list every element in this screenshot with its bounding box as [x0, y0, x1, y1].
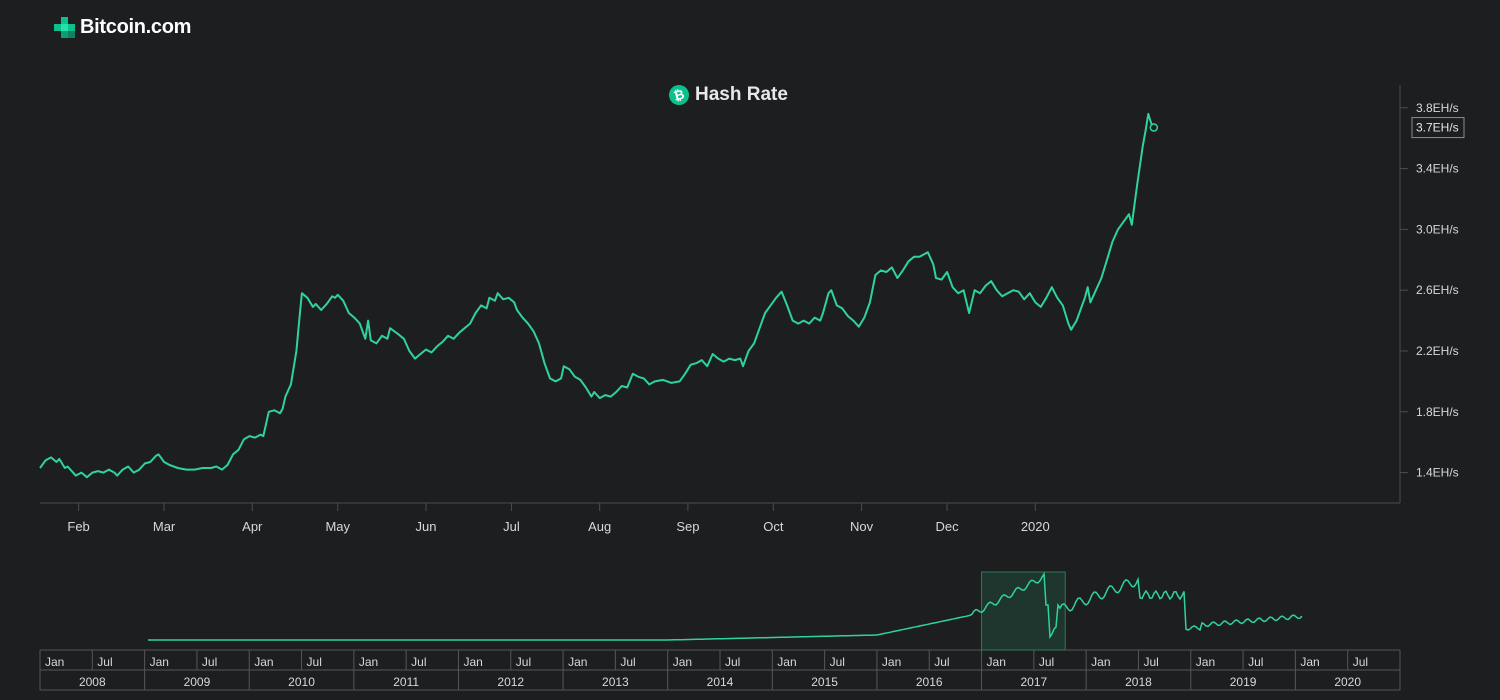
- navigator-year-label: 2018: [1125, 675, 1152, 689]
- x-tick-label: Nov: [850, 519, 874, 534]
- y-tick-label: 2.2EH/s: [1416, 344, 1459, 358]
- navigator-year-label: 2010: [288, 675, 315, 689]
- x-tick-label: Feb: [67, 519, 89, 534]
- navigator-month-label: Jan: [1091, 655, 1110, 669]
- x-axis: Feb Mar Apr May Jun Jul Aug Sep Oct Nov Dec 2020: [40, 502, 1400, 534]
- navigator-year-label: 2013: [602, 675, 629, 689]
- x-tick-label: Aug: [588, 519, 611, 534]
- navigator-month-label: Jan: [1196, 655, 1215, 669]
- current-point-marker: [1149, 123, 1159, 132]
- navigator-month-label: Jul: [516, 655, 531, 669]
- navigator-month-label: Jul: [725, 655, 740, 669]
- navigator-month-label: Jan: [45, 655, 64, 669]
- navigator-month-label: Jul: [1143, 655, 1158, 669]
- navigator-month-label: Jan: [777, 655, 796, 669]
- navigator-month-label: Jan: [568, 655, 587, 669]
- x-tick-label: Jun: [415, 519, 436, 534]
- navigator-month-label: Jan: [150, 655, 169, 669]
- navigator-series-line: [148, 571, 1303, 641]
- navigator-month-label: Jul: [1248, 655, 1263, 669]
- navigator-month-label: Jul: [97, 655, 112, 669]
- x-tick-label: Mar: [153, 519, 176, 534]
- navigator-year-label: 2020: [1334, 675, 1361, 689]
- hash-rate-chart: 1.4EH/s 1.8EH/s 2.2EH/s 2.6EH/s 3.0EH/s 3.4EH…: [39, 85, 1465, 691]
- navigator-year-label: 2008: [79, 675, 106, 689]
- navigator-month-label: Jul: [307, 655, 322, 669]
- navigator-month-label: Jan: [673, 655, 692, 669]
- x-tick-label: May: [325, 519, 350, 534]
- y-tick-label: 3.4EH/s: [1416, 162, 1459, 176]
- x-tick-label: Apr: [242, 519, 263, 534]
- navigator-year-label: 2012: [497, 675, 524, 689]
- y-tick-label: 3.0EH/s: [1416, 222, 1459, 236]
- navigator-month-label: Jan: [1300, 655, 1319, 669]
- navigator-year-label: 2016: [916, 675, 943, 689]
- navigator-year-label: 2017: [1020, 675, 1047, 689]
- navigator-year-label: 2014: [707, 675, 734, 689]
- series-line: [39, 112, 1155, 479]
- navigator-month-label: Jul: [1353, 655, 1368, 669]
- navigator-month-label: Jan: [359, 655, 378, 669]
- x-tick-label: 2020: [1021, 519, 1050, 534]
- y-axis: 1.4EH/s 1.8EH/s 2.2EH/s 2.6EH/s 3.0EH/s 3.4EH…: [1399, 85, 1465, 503]
- navigator-year-label: 2011: [393, 675, 419, 689]
- navigator-month-label: Jan: [463, 655, 482, 669]
- navigator-selection-window[interactable]: [981, 571, 1066, 651]
- navigator-year-label: 2019: [1230, 675, 1257, 689]
- navigator-year-label: 2009: [184, 675, 211, 689]
- x-tick-label: Oct: [763, 519, 784, 534]
- main-plot-area[interactable]: [39, 112, 1159, 479]
- navigator-year-label: 2015: [811, 675, 838, 689]
- navigator-month-label: Jan: [987, 655, 1006, 669]
- y-tick-label: 1.4EH/s: [1416, 466, 1459, 480]
- navigator-month-label: Jan: [882, 655, 901, 669]
- y-tick-label: 3.8EH/s: [1416, 101, 1459, 115]
- y-tick-label: 2.6EH/s: [1416, 283, 1459, 297]
- navigator-month-label: Jul: [1039, 655, 1054, 669]
- navigator-month-label: Jul: [411, 655, 426, 669]
- y-tick-label: 1.8EH/s: [1416, 405, 1459, 419]
- x-tick-label: Jul: [503, 519, 520, 534]
- current-value-label: 3.7EH/s: [1416, 121, 1459, 135]
- navigator-month-label: Jul: [202, 655, 217, 669]
- navigator-month-label: Jan: [254, 655, 273, 669]
- x-tick-label: Sep: [676, 519, 699, 534]
- navigator-month-label: Jul: [830, 655, 845, 669]
- range-navigator[interactable]: Jan Jul 2008 Jan Jul 2009 Jan Jul 2010 Jan Jul 2011…: [39, 571, 1401, 691]
- navigator-month-label: Jul: [620, 655, 635, 669]
- x-tick-label: Dec: [935, 519, 959, 534]
- navigator-month-label: Jul: [934, 655, 949, 669]
